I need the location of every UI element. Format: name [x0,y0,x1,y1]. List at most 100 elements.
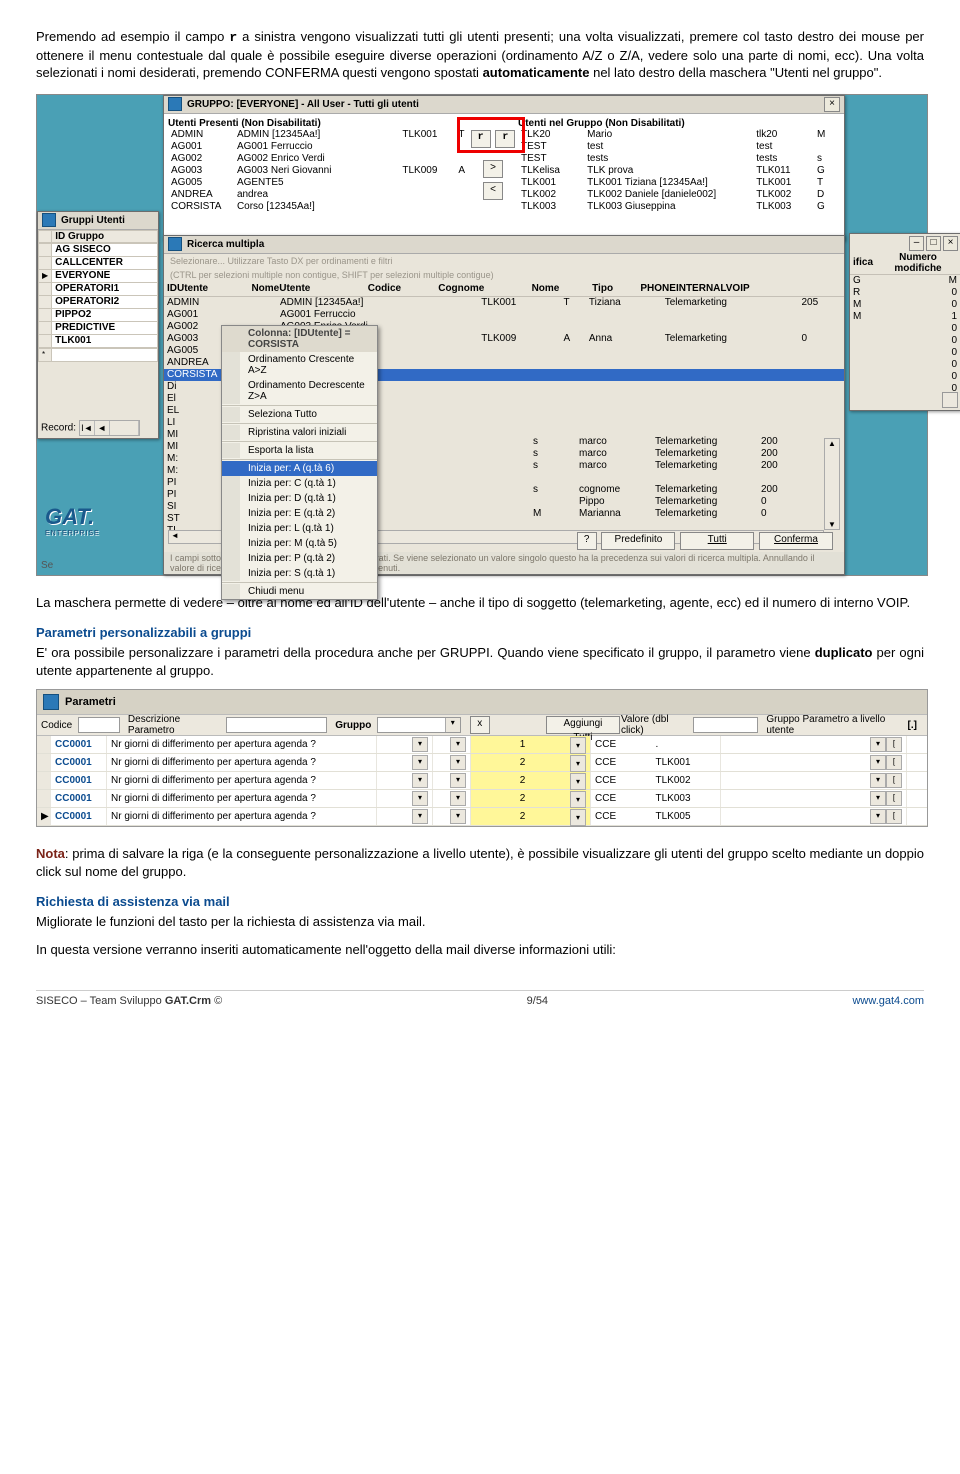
context-menu-item[interactable]: Inizia per: D (q.tà 1) [222,491,377,506]
column-header[interactable]: Codice [365,282,435,297]
list-item[interactable]: TESTteststestss [518,153,840,165]
param-row[interactable]: CC0001Nr giorni di differimento per aper… [37,772,927,790]
gruppi-item[interactable]: PIPPO2 [39,308,158,321]
list-item[interactable]: AG001AG001 Ferruccio [168,141,468,153]
column-header[interactable]: Tipo [589,282,637,297]
param-row[interactable]: CC0001Nr giorni di differimento per aper… [37,736,927,754]
chevron-down-icon[interactable]: ▾ [412,773,428,788]
min-icon[interactable]: – [909,236,924,251]
chevron-down-icon[interactable]: ▾ [412,809,428,824]
clear-button[interactable]: x [470,716,490,734]
gruppi-item[interactable]: OPERATORI2 [39,295,158,308]
chevron-down-icon[interactable]: ▾ [570,773,586,790]
predefinito-button[interactable]: Predefinito [601,532,675,550]
list-item[interactable]: AG003AG003 Neri GiovanniTLK009A [168,165,468,177]
list-item[interactable]: TLK002TLK002 Daniele [daniele002]TLK002D [518,189,840,201]
gruppi-item[interactable]: OPERATORI1 [39,282,158,295]
chevron-down-icon[interactable]: ▾ [450,737,466,752]
filter-r-button[interactable]: r [471,130,491,148]
context-menu-item[interactable]: Ordinamento Decrescente Z>A [222,378,377,404]
row-action-button[interactable]: [ [886,791,902,806]
gruppi-item[interactable]: PREDICTIVE [39,321,158,334]
chevron-down-icon[interactable]: ▾ [570,737,586,754]
param-row[interactable]: CC0001Nr giorni di differimento per aper… [37,754,927,772]
column-header[interactable]: Cognome [435,282,528,297]
chevron-down-icon[interactable]: ▾ [412,791,428,806]
close-icon[interactable]: × [824,97,840,112]
context-menu-item[interactable]: Inizia per: L (q.tà 1) [222,521,377,536]
gruppi-list[interactable]: ID Gruppo [38,230,158,243]
codice-field[interactable] [78,717,120,733]
list-item[interactable]: ANDREAandrea [168,189,468,201]
list-item[interactable]: TLK20Mariotlk20M [518,129,840,141]
gruppi-item[interactable]: AG SISECO [39,243,158,256]
list-utenti-presenti[interactable]: Utenti Presenti (Non Disabilitati) ADMIN… [168,118,468,236]
context-menu-item[interactable]: Chiudi menu [222,584,377,599]
context-menu-item[interactable]: Inizia per: S (q.tà 1) [222,566,377,581]
chevron-down-icon[interactable]: ▾ [870,773,886,788]
chevron-down-icon[interactable]: ▾ [570,809,586,826]
chevron-down-icon[interactable]: ▾ [450,755,466,770]
param-row[interactable]: ▶CC0001Nr giorni di differimento per ape… [37,808,927,826]
table-row[interactable]: ADMINADMIN [12345Aa!]TLK001TTizianaTelem… [164,297,844,309]
list-item[interactable]: AG002AG002 Enrico Verdi [168,153,468,165]
max-icon[interactable]: □ [926,236,941,251]
list-utenti-nel-gruppo[interactable]: Utenti nel Gruppo (Non Disabilitati) TLK… [518,118,840,236]
list-item[interactable]: CORSISTACorso [12345Aa!] [168,201,468,213]
chevron-down-icon[interactable]: ▾ [870,791,886,806]
chevron-down-icon[interactable]: ▾ [450,791,466,806]
row-action-button[interactable]: [ [886,773,902,788]
filter-r-button[interactable]: r [495,130,515,148]
context-menu-item[interactable]: Inizia per: E (q.tà 2) [222,506,377,521]
row-action-button[interactable]: [ [886,755,902,770]
context-menu-item[interactable]: Inizia per: C (q.tà 1) [222,476,377,491]
chevron-down-icon[interactable]: ▾ [870,737,886,752]
move-right-button[interactable]: > [483,160,503,178]
chevron-down-icon[interactable]: ▾ [870,809,886,824]
list-item[interactable]: TLKelisaTLK provaTLK011G [518,165,840,177]
column-header[interactable]: PHONEINTERNALVOIP [637,282,844,297]
footer-link[interactable]: www.gat4.com [852,995,924,1007]
conferma-button[interactable]: Conferma [759,532,833,550]
chevron-down-icon[interactable]: ▾ [450,809,466,824]
aggiungi-tutti-button[interactable]: Aggiungi Tutti [546,716,620,734]
context-menu-item[interactable]: Inizia per: P (q.tà 2) [222,551,377,566]
list-item[interactable]: AG005AGENTE5 [168,177,468,189]
list-item[interactable]: TLK003TLK003 GiuseppinaTLK003G [518,201,840,213]
close-icon[interactable]: × [943,236,958,251]
chevron-down-icon[interactable]: ▾ [412,737,428,752]
context-menu-item[interactable]: Ripristina valori iniziali [222,425,377,440]
context-menu[interactable]: Colonna: [IDUtente] = CORSISTA Ordinamen… [221,325,378,600]
context-menu-item[interactable]: Inizia per: M (q.tà 5) [222,536,377,551]
valore-field[interactable] [693,717,758,733]
row-action-button[interactable]: [ [886,737,902,752]
column-header[interactable]: Nome [529,282,590,297]
titlebar-ricerca[interactable]: Ricerca multipla [164,236,844,254]
move-left-button[interactable]: < [483,182,503,200]
chevron-down-icon[interactable]: ▾ [450,773,466,788]
chevron-down-icon[interactable]: ▾ [412,755,428,770]
context-menu-item[interactable]: Ordinamento Crescente A>Z [222,352,377,378]
nav-prev-icon[interactable]: ◄ [95,421,110,435]
row-action-button[interactable]: [ [886,809,902,824]
titlebar-gruppi[interactable]: Gruppi Utenti [38,212,158,230]
titlebar-parametri[interactable]: Parametri [37,690,927,714]
chevron-down-icon[interactable]: ▾ [445,718,460,732]
gruppi-item[interactable]: ▶EVERYONE [39,269,158,282]
gruppi-item[interactable]: TLK001 [39,334,158,347]
context-menu-item[interactable]: Seleziona Tutto [222,407,377,422]
chevron-down-icon[interactable]: ▾ [870,755,886,770]
table-row[interactable]: AG001AG001 Ferruccio [164,309,844,321]
param-row[interactable]: CC0001Nr giorni di differimento per aper… [37,790,927,808]
context-menu-item[interactable]: Inizia per: A (q.tà 6) [222,461,377,476]
context-menu-item[interactable]: Esporta la lista [222,443,377,458]
resize-handle-icon[interactable] [942,392,958,408]
chevron-down-icon[interactable]: ▾ [570,755,586,772]
list-item[interactable]: ADMINADMIN [12345Aa!]TLK001T [168,129,468,141]
column-header[interactable]: NomeUtente [248,282,364,297]
record-nav[interactable]: I◄◄ [79,420,140,436]
list-item[interactable]: TESTtesttest [518,141,840,153]
scrollbar-vertical[interactable]: ▲ ▼ [824,438,840,530]
nav-first-icon[interactable]: I◄ [80,421,95,435]
desc-field[interactable] [226,717,327,733]
